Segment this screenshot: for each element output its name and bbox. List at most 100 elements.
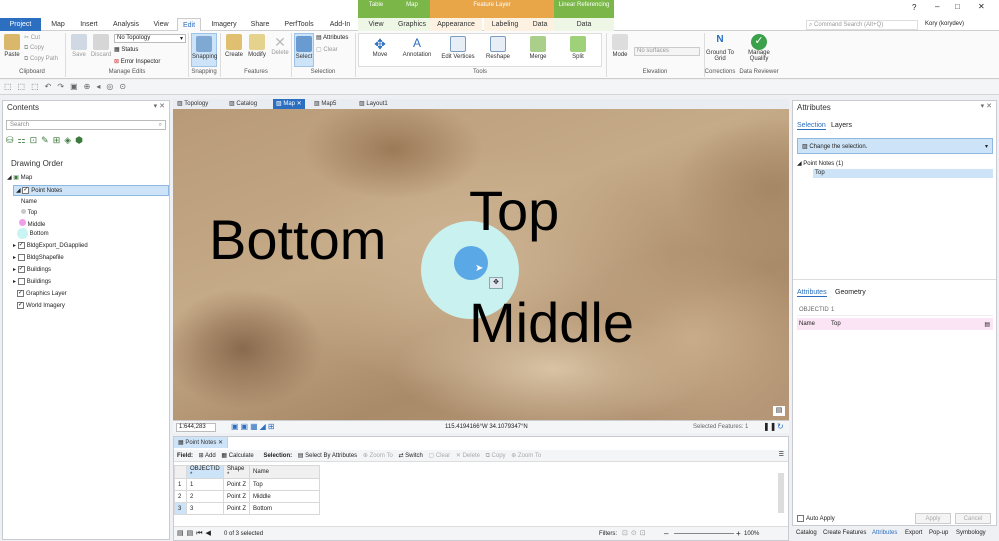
filter-icons[interactable]: ⊡⊙⊡ — [622, 529, 649, 537]
ground-to-grid-button[interactable]: N Ground To Grid — [706, 34, 734, 62]
cell-objectid[interactable]: 2 — [186, 490, 224, 503]
attributes-tab-attributes[interactable]: Attributes — [797, 289, 827, 297]
map-view[interactable]: Bottom Top Middle ➤ ✥ ▤ — [173, 109, 789, 420]
checkbox-icon[interactable]: ✓ — [22, 187, 30, 194]
view-tab-topology[interactable]: ▨ Topology — [177, 100, 208, 107]
tree-layer[interactable]: ▸ BldgShapefile — [13, 254, 64, 261]
attributes-tab-geometry[interactable]: Geometry — [835, 289, 866, 296]
cut-button[interactable]: ✂ Cut — [24, 34, 40, 41]
select-by-attributes-button[interactable]: ▤ Select By Attributes — [298, 453, 357, 459]
tab-imagery[interactable]: Imagery — [206, 18, 242, 31]
pane-options-icon[interactable]: ▾ ✕ — [981, 102, 992, 110]
tree-layer[interactable]: ✓ World Imagery — [17, 302, 65, 309]
switch-button[interactable]: ⇄ Switch — [398, 453, 422, 459]
edit-vertices-tool[interactable]: Edit Vertices — [441, 36, 475, 60]
table-row[interactable]: 1 1 Point Z Top — [174, 478, 320, 491]
tab-add-in[interactable]: Add-In — [324, 18, 356, 31]
cell-shape[interactable]: Point Z — [223, 478, 250, 491]
change-selection-dropdown[interactable]: ▨ Change the selection. ▾ — [797, 138, 993, 154]
tree-layer[interactable]: ▸ ✓ Buildings — [13, 266, 51, 273]
view-tab-layout1[interactable]: ▨ Layout1 — [359, 100, 388, 107]
checkbox-icon[interactable] — [17, 254, 25, 261]
split-tool[interactable]: Split — [563, 36, 593, 60]
table-row[interactable]: 2 2 Point Z Middle — [174, 490, 320, 503]
copy-path-button[interactable]: ⧉ Copy Path — [24, 56, 58, 63]
zoom-to-button[interactable]: ⊕ Zoom To — [363, 453, 393, 459]
status-button[interactable]: ▦ Status — [114, 46, 138, 53]
cell-name[interactable]: Bottom — [249, 502, 320, 515]
table-nav-icons[interactable]: ▤▤⏮◀ — [177, 529, 214, 538]
refresh-icon[interactable]: ↻ — [777, 422, 784, 431]
checkbox-icon[interactable]: ✓ — [17, 302, 24, 309]
column-header-shape[interactable]: Shape * — [223, 465, 250, 479]
snapping-button[interactable]: Snapping — [191, 33, 217, 67]
coordinate-readout[interactable]: 115.4194166°W 34.1079347°N — [445, 424, 528, 430]
tab-map[interactable]: Map — [44, 18, 72, 31]
minimize-icon[interactable]: – — [935, 2, 939, 11]
cell-shape[interactable]: Point Z — [223, 502, 250, 515]
clear-button[interactable]: ▢ Clear — [429, 453, 451, 459]
tab-lr-data[interactable]: Data — [554, 18, 614, 31]
contents-search-input[interactable]: Search ⌕ — [6, 120, 166, 130]
table-row[interactable]: 3 3 Point Z Bottom — [174, 502, 320, 515]
attribute-row-name[interactable]: Name Top ▤ — [797, 318, 993, 330]
zoom-to-secondary-button[interactable]: ⊕ Zoom To — [511, 453, 541, 459]
discard-edits-button[interactable]: Discard — [90, 34, 112, 58]
annotation-tool[interactable]: A Annotation — [399, 36, 435, 58]
table-scrollbar[interactable] — [778, 473, 784, 513]
tree-layer[interactable]: ▸ ✓ BldgExport_DGapplied — [13, 242, 88, 249]
merge-tool[interactable]: Merge — [523, 36, 553, 60]
zoom-in-button[interactable]: + — [736, 529, 741, 538]
elevation-mode-button[interactable]: Mode — [610, 34, 630, 58]
column-header-objectid[interactable]: OBJECTID * — [186, 465, 224, 479]
tab-view[interactable]: View — [148, 18, 174, 31]
selection-item-top[interactable]: Top — [813, 169, 993, 178]
move-tool[interactable]: ✥ Move — [365, 36, 395, 58]
view-tab-map5[interactable]: ▨ Map5 — [314, 100, 336, 107]
delete-button[interactable]: ✕ Delete — [270, 34, 290, 56]
surface-dropdown[interactable]: No surfaces — [634, 47, 700, 56]
attributes-tab-layers[interactable]: Layers — [831, 122, 852, 129]
tree-layer[interactable]: ▸ Buildings — [13, 278, 51, 285]
zoom-out-button[interactable]: – — [664, 529, 668, 538]
copy-button[interactable]: ⧉ Copy — [24, 45, 44, 52]
scale-input[interactable]: 1:644,283 — [176, 423, 216, 432]
selected-features-count[interactable]: Selected Features: 1 — [693, 424, 748, 430]
view-tab-catalog[interactable]: ▨ Catalog — [229, 100, 257, 107]
tab-share[interactable]: Share — [246, 18, 274, 31]
close-icon[interactable]: ✕ — [978, 2, 985, 11]
zoom-slider[interactable] — [674, 533, 734, 534]
contents-view-icons[interactable]: ⛁⚏⊡✎⊞◈⬢ — [6, 135, 87, 146]
select-button[interactable]: Select — [294, 33, 314, 67]
quick-tools-icons[interactable]: ⬚⬚⬚↶↷▣⊕◂◎⊙ — [4, 82, 132, 91]
auto-apply-checkbox[interactable]: Auto Apply — [797, 515, 835, 522]
attribute-value[interactable]: Top — [831, 321, 841, 327]
clear-selection-button[interactable]: ▢ Clear — [316, 46, 338, 53]
cancel-button[interactable]: Cancel — [955, 513, 991, 524]
selection-group[interactable]: ◢ Point Notes (1) — [797, 160, 843, 167]
tab-analysis[interactable]: Analysis — [108, 18, 144, 31]
cell-objectid[interactable]: 3 — [186, 502, 224, 515]
field-options-icon[interactable]: ▤ — [984, 321, 990, 328]
command-search-input[interactable]: ⌕ Command Search (Alt+Q) — [806, 20, 918, 30]
checkbox-icon[interactable]: ✓ — [17, 242, 25, 249]
paste-button[interactable]: Paste — [3, 34, 21, 58]
tree-layer-point-notes[interactable]: ◢ ✓ Point Notes — [13, 185, 169, 196]
tab-graphics[interactable]: Graphics — [394, 18, 430, 31]
tab-table-view[interactable]: View — [358, 18, 394, 31]
pane-tab-attributes[interactable]: Attributes — [872, 530, 897, 536]
tab-edit[interactable]: Edit — [177, 18, 201, 31]
delete-rows-button[interactable]: ✕ Delete — [456, 453, 480, 459]
save-edits-button[interactable]: Save — [70, 34, 88, 58]
tab-perftools[interactable]: PerfTools — [280, 18, 318, 31]
zoom-level[interactable]: 100% — [744, 531, 759, 537]
pane-tab-popup[interactable]: Pop-up — [929, 530, 948, 536]
pause-icon[interactable]: ❚❚ — [763, 422, 776, 431]
tab-insert[interactable]: Insert — [74, 18, 104, 31]
create-button[interactable]: Create — [224, 34, 244, 58]
tab-project[interactable]: Project — [0, 18, 41, 31]
checkbox-icon[interactable] — [17, 278, 25, 285]
apply-button[interactable]: Apply — [915, 513, 951, 524]
tab-labeling[interactable]: Labeling — [484, 18, 526, 31]
table-tab-point-notes[interactable]: ▦ Point Notes ✕ — [174, 437, 229, 448]
